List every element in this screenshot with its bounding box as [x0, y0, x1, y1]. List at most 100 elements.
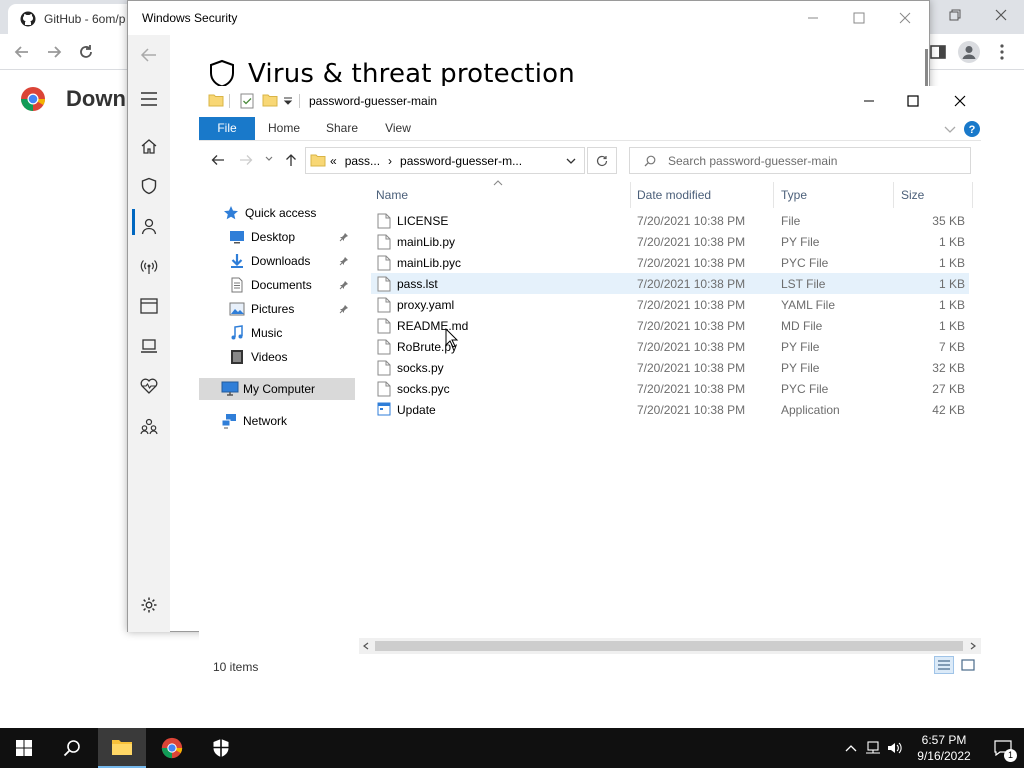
action-center-button[interactable]: 1 [982, 740, 1024, 762]
taskbar-clock[interactable]: 6:57 PM 9/16/2022 [906, 732, 982, 764]
close-icon[interactable] [978, 0, 1024, 30]
nav-item[interactable]: Music [199, 322, 355, 344]
taskbar-file-explorer[interactable] [98, 728, 146, 768]
scroll-right-icon[interactable] [970, 642, 976, 650]
pin-icon[interactable] [339, 232, 349, 242]
file-row[interactable]: mainLib.pyc 7/20/2021 10:38 PM PYC File 1 K… [371, 252, 969, 273]
reload-icon[interactable] [76, 42, 96, 62]
refresh-button[interactable] [587, 147, 617, 174]
column-divider[interactable] [773, 182, 774, 208]
column-type[interactable]: Type [781, 188, 807, 202]
winsec-heading: Virus & threat protection [208, 59, 575, 89]
breadcrumb-parent[interactable]: pass... [345, 154, 380, 168]
file-row[interactable]: socks.py 7/20/2021 10:38 PM PY File 32 KB [371, 357, 969, 378]
file-row[interactable]: README.md 7/20/2021 10:38 PM MD File 1 KB [371, 315, 969, 336]
family-icon[interactable] [128, 406, 170, 446]
back-arrow-icon[interactable] [211, 154, 225, 166]
column-divider[interactable] [630, 182, 631, 208]
file-type: PYC File [781, 382, 829, 396]
chevron-up-icon[interactable] [840, 744, 862, 752]
app-browser-icon[interactable] [128, 286, 170, 326]
health-icon[interactable] [128, 366, 170, 406]
taskbar-windows-security[interactable] [197, 728, 245, 768]
scroll-left-icon[interactable] [363, 642, 369, 650]
search-button[interactable] [48, 728, 96, 768]
chevron-down-icon[interactable] [283, 96, 293, 106]
back-arrow-icon[interactable] [128, 35, 170, 75]
winsec-scrollbar[interactable] [925, 49, 928, 89]
maximize-button[interactable] [836, 1, 882, 35]
close-button[interactable] [937, 86, 983, 116]
minimize-button[interactable] [846, 86, 892, 116]
search-box[interactable]: Search password-guesser-main [629, 147, 971, 174]
device-security-icon[interactable] [128, 326, 170, 366]
volume-icon[interactable] [884, 741, 906, 755]
properties-icon[interactable] [240, 93, 254, 109]
account-icon[interactable] [128, 206, 170, 246]
nav-item[interactable]: Quick access [199, 202, 355, 224]
file-row[interactable]: RoBrute.py 7/20/2021 10:38 PM PY File 7 KB [371, 336, 969, 357]
home-icon[interactable] [128, 126, 170, 166]
column-divider[interactable] [972, 182, 973, 208]
back-arrow-icon[interactable] [12, 42, 32, 62]
nav-item[interactable]: Network [199, 410, 355, 432]
forward-arrow-icon[interactable] [239, 154, 253, 166]
search-input[interactable]: Search password-guesser-main [668, 154, 837, 168]
up-arrow-icon[interactable] [285, 153, 297, 167]
column-size[interactable]: Size [901, 188, 924, 202]
minimize-button[interactable] [790, 1, 836, 35]
restore-icon[interactable] [932, 0, 978, 30]
settings-icon[interactable] [128, 585, 170, 625]
folder-icon [208, 93, 224, 107]
shield-icon[interactable] [128, 166, 170, 206]
network-status-icon[interactable] [862, 741, 884, 755]
close-button[interactable] [882, 1, 928, 35]
recent-locations-chevron-icon[interactable] [265, 156, 273, 162]
file-row[interactable]: LICENSE 7/20/2021 10:38 PM File 35 KB [371, 210, 969, 231]
file-row[interactable]: proxy.yaml 7/20/2021 10:38 PM YAML File 1 K… [371, 294, 969, 315]
profile-avatar[interactable] [958, 41, 980, 63]
details-view-icon[interactable] [934, 656, 954, 674]
file-row[interactable]: pass.lst 7/20/2021 10:38 PM LST File 1 KB [371, 273, 969, 294]
pin-icon[interactable] [339, 304, 349, 314]
taskbar-chrome[interactable] [148, 728, 196, 768]
nav-item[interactable]: Documents [199, 274, 355, 296]
kebab-menu-icon[interactable] [992, 42, 1012, 62]
start-button[interactable] [0, 728, 48, 768]
file-row[interactable]: Update 7/20/2021 10:38 PM Application 42 KB [371, 399, 969, 420]
nav-item[interactable]: Desktop [199, 226, 355, 248]
file-row[interactable]: mainLib.py 7/20/2021 10:38 PM PY File 1 KB [371, 231, 969, 252]
large-icons-view-icon[interactable] [958, 656, 978, 674]
side-panel-icon[interactable] [928, 42, 948, 62]
tab-view[interactable]: View [377, 117, 419, 140]
breadcrumb-current[interactable]: password-guesser-m... [400, 154, 522, 168]
breadcrumb-separator[interactable]: › [388, 154, 392, 168]
tab-home[interactable]: Home [261, 117, 307, 140]
network-icon[interactable] [128, 246, 170, 286]
forward-arrow-icon[interactable] [44, 42, 64, 62]
breadcrumb-overflow[interactable]: « [330, 154, 337, 168]
menu-icon[interactable] [128, 79, 170, 119]
file-row[interactable]: socks.pyc 7/20/2021 10:38 PM PYC File 27 KB [371, 378, 969, 399]
scrollbar-thumb[interactable] [375, 641, 963, 651]
column-date-modified[interactable]: Date modified [637, 188, 711, 202]
nav-item[interactable]: Pictures [199, 298, 355, 320]
nav-item[interactable]: Videos [199, 346, 355, 368]
column-name[interactable]: Name [376, 188, 408, 202]
nav-item[interactable]: Downloads [199, 250, 355, 272]
file-name: proxy.yaml [397, 298, 455, 312]
nav-item[interactable]: My Computer [199, 378, 355, 400]
maximize-button[interactable] [890, 86, 936, 116]
address-box[interactable]: « pass... › password-guesser-m... [305, 147, 585, 174]
help-icon[interactable]: ? [963, 120, 981, 138]
pin-icon[interactable] [339, 256, 349, 266]
file-date-modified: 7/20/2021 10:38 PM [637, 277, 746, 291]
chevron-down-icon[interactable] [566, 158, 576, 165]
chevron-down-icon[interactable] [944, 124, 956, 134]
tab-share[interactable]: Share [319, 117, 365, 140]
horizontal-scrollbar[interactable] [359, 638, 981, 654]
tab-file[interactable]: File [199, 117, 255, 140]
pin-icon[interactable] [339, 280, 349, 290]
new-folder-icon[interactable] [262, 93, 278, 107]
column-divider[interactable] [893, 182, 894, 208]
